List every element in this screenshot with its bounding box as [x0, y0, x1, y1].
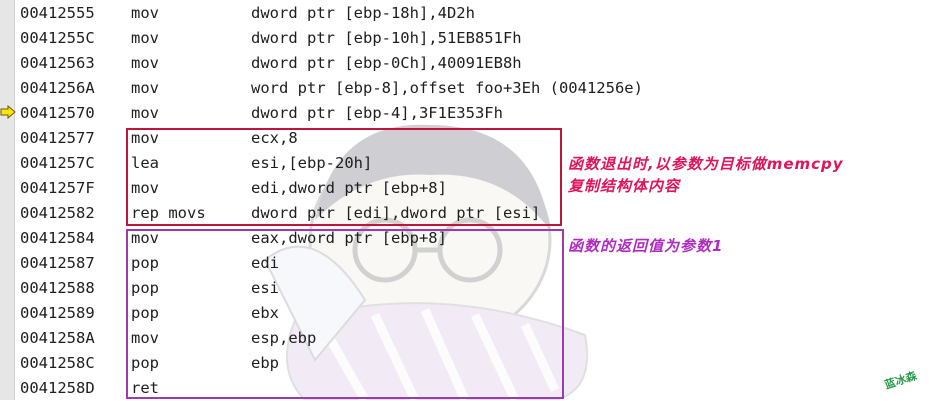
- address: 00412577: [20, 129, 95, 147]
- breakpoint-gutter[interactable]: [0, 0, 15, 400]
- mnemonic: mov: [131, 54, 159, 72]
- memcpy-annotation-line2: 复制结构体内容: [568, 177, 681, 195]
- address: 00412563: [20, 54, 95, 72]
- address: 00412584: [20, 229, 95, 247]
- address: 0041258D: [20, 379, 95, 397]
- address: 0041257C: [20, 154, 95, 172]
- address: 00412587: [20, 254, 95, 272]
- address: 0041257F: [20, 179, 95, 197]
- memcpy-annotation-line1: 函数退出时,以参数为目标做memcpy: [568, 155, 844, 173]
- author-stamp: 蓝冰森: [882, 369, 919, 392]
- mnemonic: mov: [131, 29, 159, 47]
- memcpy-annotation: 函数退出时,以参数为目标做memcpy 复制结构体内容: [568, 153, 844, 197]
- address: 00412588: [20, 279, 95, 297]
- address: 0041255C: [20, 29, 95, 47]
- operands: dword ptr [ebp-10h],51EB851Fh: [251, 29, 522, 47]
- operands: dword ptr [ebp-4],3F1E353Fh: [251, 104, 503, 122]
- address: 0041258C: [20, 354, 95, 372]
- address: 00412589: [20, 304, 95, 322]
- mnemonic: mov: [131, 104, 159, 122]
- return-value-annotation: 函数的返回值为参数1: [568, 237, 724, 255]
- return-value-highlight-box: [126, 229, 564, 399]
- mnemonic: mov: [131, 79, 159, 97]
- operands: dword ptr [ebp-0Ch],40091EB8h: [251, 54, 522, 72]
- address: 00412570: [20, 104, 95, 122]
- address: 00412555: [20, 4, 95, 22]
- operands: word ptr [ebp-8],offset foo+3Eh (0041256…: [251, 79, 643, 97]
- mnemonic: mov: [131, 4, 159, 22]
- operands: dword ptr [ebp-18h],4D2h: [251, 4, 475, 22]
- memcpy-highlight-box: [126, 128, 562, 226]
- address: 00412582: [20, 204, 95, 222]
- address: 0041256A: [20, 79, 95, 97]
- address: 0041258A: [20, 329, 95, 347]
- current-instruction-arrow-icon: [0, 105, 16, 119]
